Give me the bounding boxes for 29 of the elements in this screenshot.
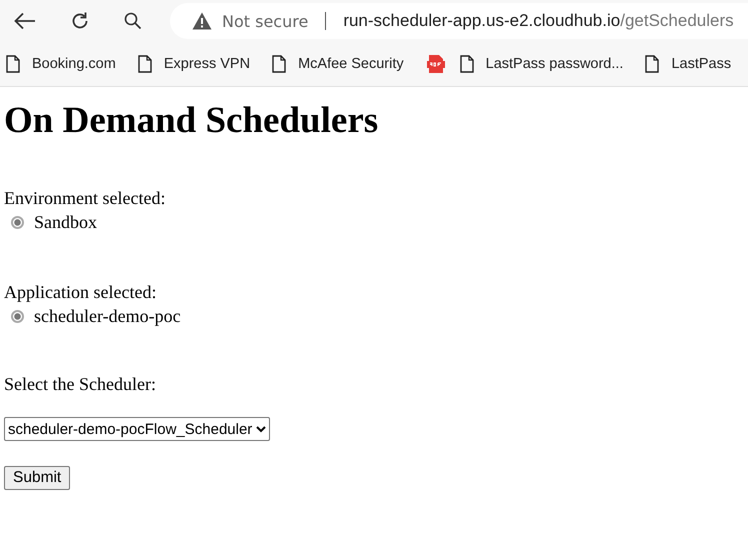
page-icon	[460, 55, 474, 73]
pdf-icon[interactable]	[426, 54, 446, 74]
page-icon	[6, 55, 20, 73]
page-icon	[272, 55, 286, 73]
page-title: On Demand Schedulers	[4, 99, 380, 143]
section-label: Environment selected:	[4, 187, 166, 210]
bookmark-item[interactable]: Booking.com	[6, 55, 116, 73]
bookmark-item[interactable]: LastPass password...	[460, 55, 624, 73]
address-bar[interactable]: Not secure run-scheduler-app.us-e2.cloudhub.io/getSchedulers	[170, 3, 748, 39]
submit-button[interactable]: Submit	[4, 466, 70, 490]
search-icon[interactable]	[124, 12, 142, 30]
radio-button[interactable]	[11, 216, 24, 229]
radio-label[interactable]: Sandbox	[34, 209, 97, 236]
chevron-down-icon	[256, 426, 266, 433]
reload-icon[interactable]	[70, 11, 90, 31]
radio-button[interactable]	[11, 310, 24, 323]
bookmark-item[interactable]: Express VPN	[138, 55, 250, 73]
scheduler-dropdown[interactable]: scheduler-demo-pocFlow_Scheduler	[4, 417, 270, 442]
select-label: Select the Scheduler:	[4, 373, 157, 396]
security-label: Not secure	[222, 12, 308, 30]
url-text: run-scheduler-app.us-e2.cloudhub.io/getSchedulers	[343, 11, 734, 31]
page-icon	[645, 55, 660, 73]
warning-icon	[192, 12, 212, 30]
page-icon	[138, 55, 152, 73]
section-label: Application selected:	[4, 281, 158, 304]
bookmark-item[interactable]: LastPass	[645, 55, 732, 73]
back-icon[interactable]	[14, 12, 36, 30]
radio-label[interactable]: scheduler-demo-poc	[34, 303, 181, 330]
bookmark-item[interactable]: McAfee Security	[272, 55, 404, 73]
